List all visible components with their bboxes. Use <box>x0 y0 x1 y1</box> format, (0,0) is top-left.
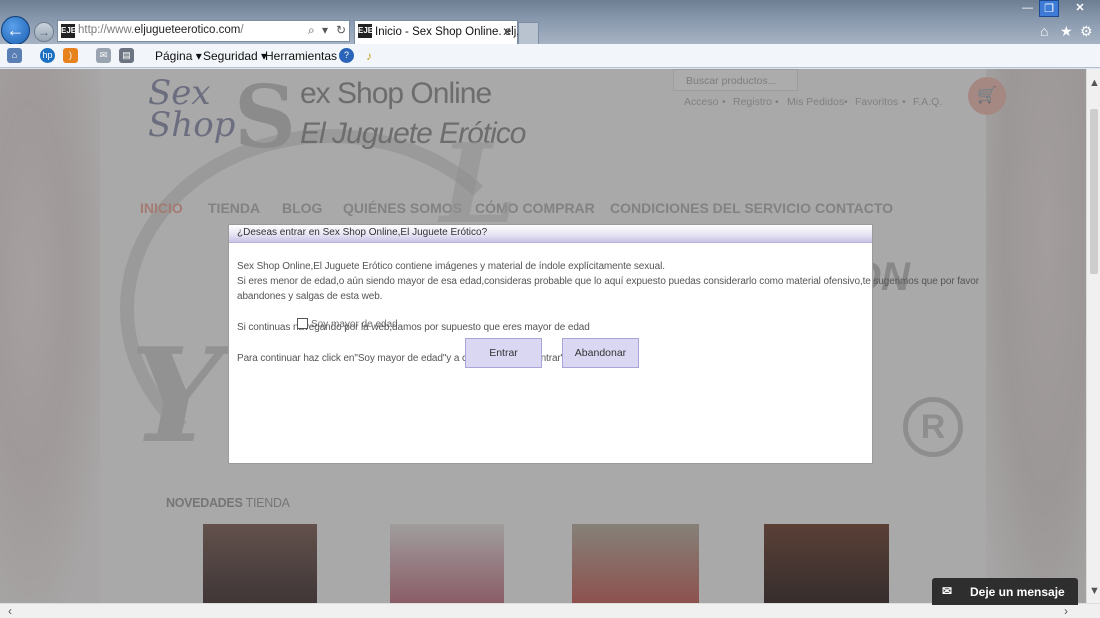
scroll-thumb[interactable] <box>1090 109 1098 274</box>
address-url[interactable]: http://www.eljugueteerotico.com/ <box>78 24 244 36</box>
rss-feed-icon[interactable]: ) <box>63 48 78 63</box>
dialog-text-line: Si continuas navegando por la web,damos … <box>237 322 590 333</box>
menu-seguridad[interactable]: Seguridad ▾ <box>203 49 267 63</box>
forward-button[interactable]: → <box>34 22 54 42</box>
horizontal-scrollbar[interactable]: ‹ › <box>0 603 1100 618</box>
browser-titlebar: ← → EJE http://www.eljugueteerotico.com/… <box>0 0 1100 45</box>
home-page-icon[interactable]: ⌂ <box>7 48 22 63</box>
home-icon[interactable]: ⌂ <box>1040 23 1048 39</box>
forward-arrow-icon: → <box>38 25 50 39</box>
minimize-button[interactable]: — <box>1016 0 1039 17</box>
site-favicon-icon: EJE <box>61 24 76 38</box>
refresh-icon[interactable]: ↻ <box>336 23 346 37</box>
search-icon[interactable]: ⌕ <box>308 23 315 38</box>
hp-logo-icon[interactable]: hp <box>40 48 55 63</box>
menu-herramientas[interactable]: Herramientas ▾ <box>265 49 346 63</box>
age-confirm-label[interactable]: Soy mayor de edad <box>311 319 398 330</box>
research-icon[interactable]: ♪ <box>366 49 372 63</box>
menu-pagina[interactable]: Página ▾ <box>155 49 202 63</box>
maximize-button[interactable]: ❐ <box>1039 0 1059 17</box>
close-window-button[interactable]: ✕ <box>1063 0 1097 17</box>
tab-inicio[interactable]: EJE Inicio - Sex Shop Online. elj... ✕ <box>354 20 526 44</box>
command-bar: ⌂ hp ) ✉ ▤ Página ▾ Seguridad ▾ Herramie… <box>0 44 1100 68</box>
chat-label: Deje un mensaje <box>970 585 1065 599</box>
dropdown-icon[interactable]: ▾ <box>322 23 328 37</box>
age-verification-dialog: ¿Deseas entrar en Sex Shop Online,El Jug… <box>228 224 979 464</box>
favorites-star-icon[interactable]: ★ <box>1060 23 1073 40</box>
dialog-text-line: abandones y salgas de esta web. <box>237 291 383 302</box>
chat-widget-button[interactable]: ✉ Deje un mensaje <box>932 578 1078 605</box>
leave-button[interactable]: Abandonar <box>562 338 639 368</box>
age-confirm-checkbox[interactable] <box>297 318 308 329</box>
enter-button[interactable]: Entrar <box>465 338 542 368</box>
dialog-header: ¿Deseas entrar en Sex Shop Online,El Jug… <box>229 225 872 243</box>
mail-icon[interactable]: ✉ <box>96 48 111 63</box>
tab-favicon-icon: EJE <box>358 24 373 38</box>
print-icon[interactable]: ▤ <box>119 48 134 63</box>
address-bar[interactable]: EJE http://www.eljugueteerotico.com/ ⌕ ▾… <box>57 20 350 42</box>
scroll-up-icon[interactable]: ▲ <box>1089 77 1100 89</box>
tab-close-icon[interactable]: ✕ <box>502 25 512 39</box>
vertical-scrollbar[interactable]: ▲ ▼ <box>1086 69 1100 603</box>
scroll-right-icon[interactable]: › <box>1064 604 1068 618</box>
web-page: Sex Shop S ex Shop Online El Juguete Eró… <box>0 69 1086 603</box>
tools-gear-icon[interactable]: ⚙ <box>1080 23 1093 40</box>
help-icon[interactable]: ? <box>339 48 354 63</box>
scroll-down-icon[interactable]: ▼ <box>1089 585 1100 597</box>
dialog-text-line: Sex Shop Online,El Juguete Erótico conti… <box>237 261 665 272</box>
dialog-text-line: Si eres menor de edad,o aún siendo mayor… <box>237 276 979 287</box>
dialog-title: ¿Deseas entrar en Sex Shop Online,El Jug… <box>237 227 488 238</box>
back-button[interactable]: ← <box>1 16 30 45</box>
new-tab-button[interactable] <box>518 22 539 44</box>
scroll-left-icon[interactable]: ‹ <box>8 604 12 618</box>
envelope-icon: ✉ <box>942 584 953 598</box>
back-arrow-icon: ← <box>6 20 25 40</box>
